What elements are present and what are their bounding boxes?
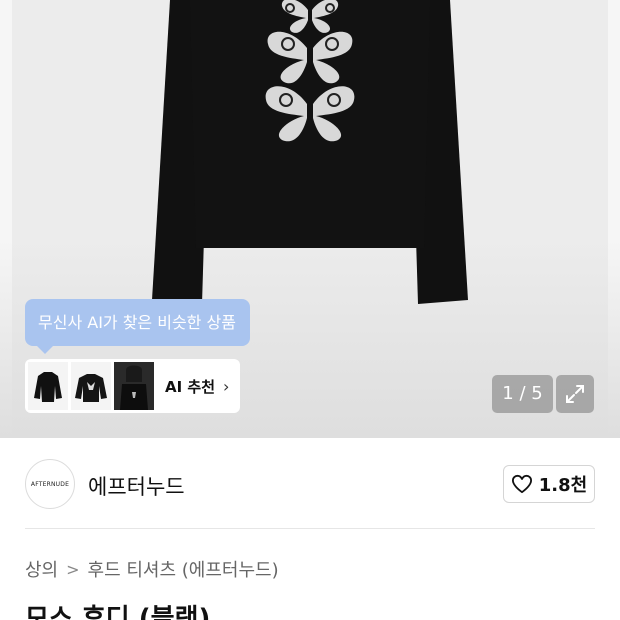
- brand-name[interactable]: 에프터누드: [88, 471, 185, 501]
- ai-recommend-tooltip: 무신사 AI가 찾은 비슷한 상품: [25, 299, 250, 354]
- product-image: [152, 0, 468, 304]
- heart-outline-icon: [511, 474, 532, 494]
- like-count: 1.8천: [538, 475, 588, 496]
- ai-recommend-label: AI 추천: [165, 377, 216, 396]
- gallery-right-edge: [608, 0, 620, 438]
- breadcrumb: 상의 > 후드 티셔츠 (에프터누드): [25, 556, 279, 582]
- gallery-left-edge: [0, 0, 12, 438]
- section-divider: [25, 528, 595, 529]
- breadcrumb-item-subcategory[interactable]: 후드 티셔츠 (에프터누드): [88, 556, 279, 582]
- product-gallery[interactable]: 무신사 AI가 찾은 비슷한 상품 AI 추천 › 1 / 5: [0, 0, 620, 438]
- ai-thumb-hoodie[interactable]: [28, 362, 68, 410]
- ai-thumb-sweatshirt[interactable]: [71, 362, 111, 410]
- ai-thumb-model[interactable]: [114, 362, 154, 410]
- like-button[interactable]: 1.8천: [503, 465, 595, 503]
- expand-arrows-icon: [566, 385, 584, 403]
- brand-logo[interactable]: AFTERNUDE: [25, 459, 75, 509]
- breadcrumb-item-category[interactable]: 상의: [25, 556, 58, 582]
- ai-recommend-card[interactable]: AI 추천 ›: [25, 359, 240, 413]
- expand-button[interactable]: [556, 375, 594, 413]
- chevron-right-icon: ›: [223, 376, 230, 396]
- image-counter: 1 / 5: [492, 375, 553, 413]
- brand-row: AFTERNUDE 에프터누드 1.8천: [0, 440, 620, 528]
- product-title: 모스 후디 (블랙): [25, 604, 211, 620]
- breadcrumb-separator: >: [66, 559, 80, 579]
